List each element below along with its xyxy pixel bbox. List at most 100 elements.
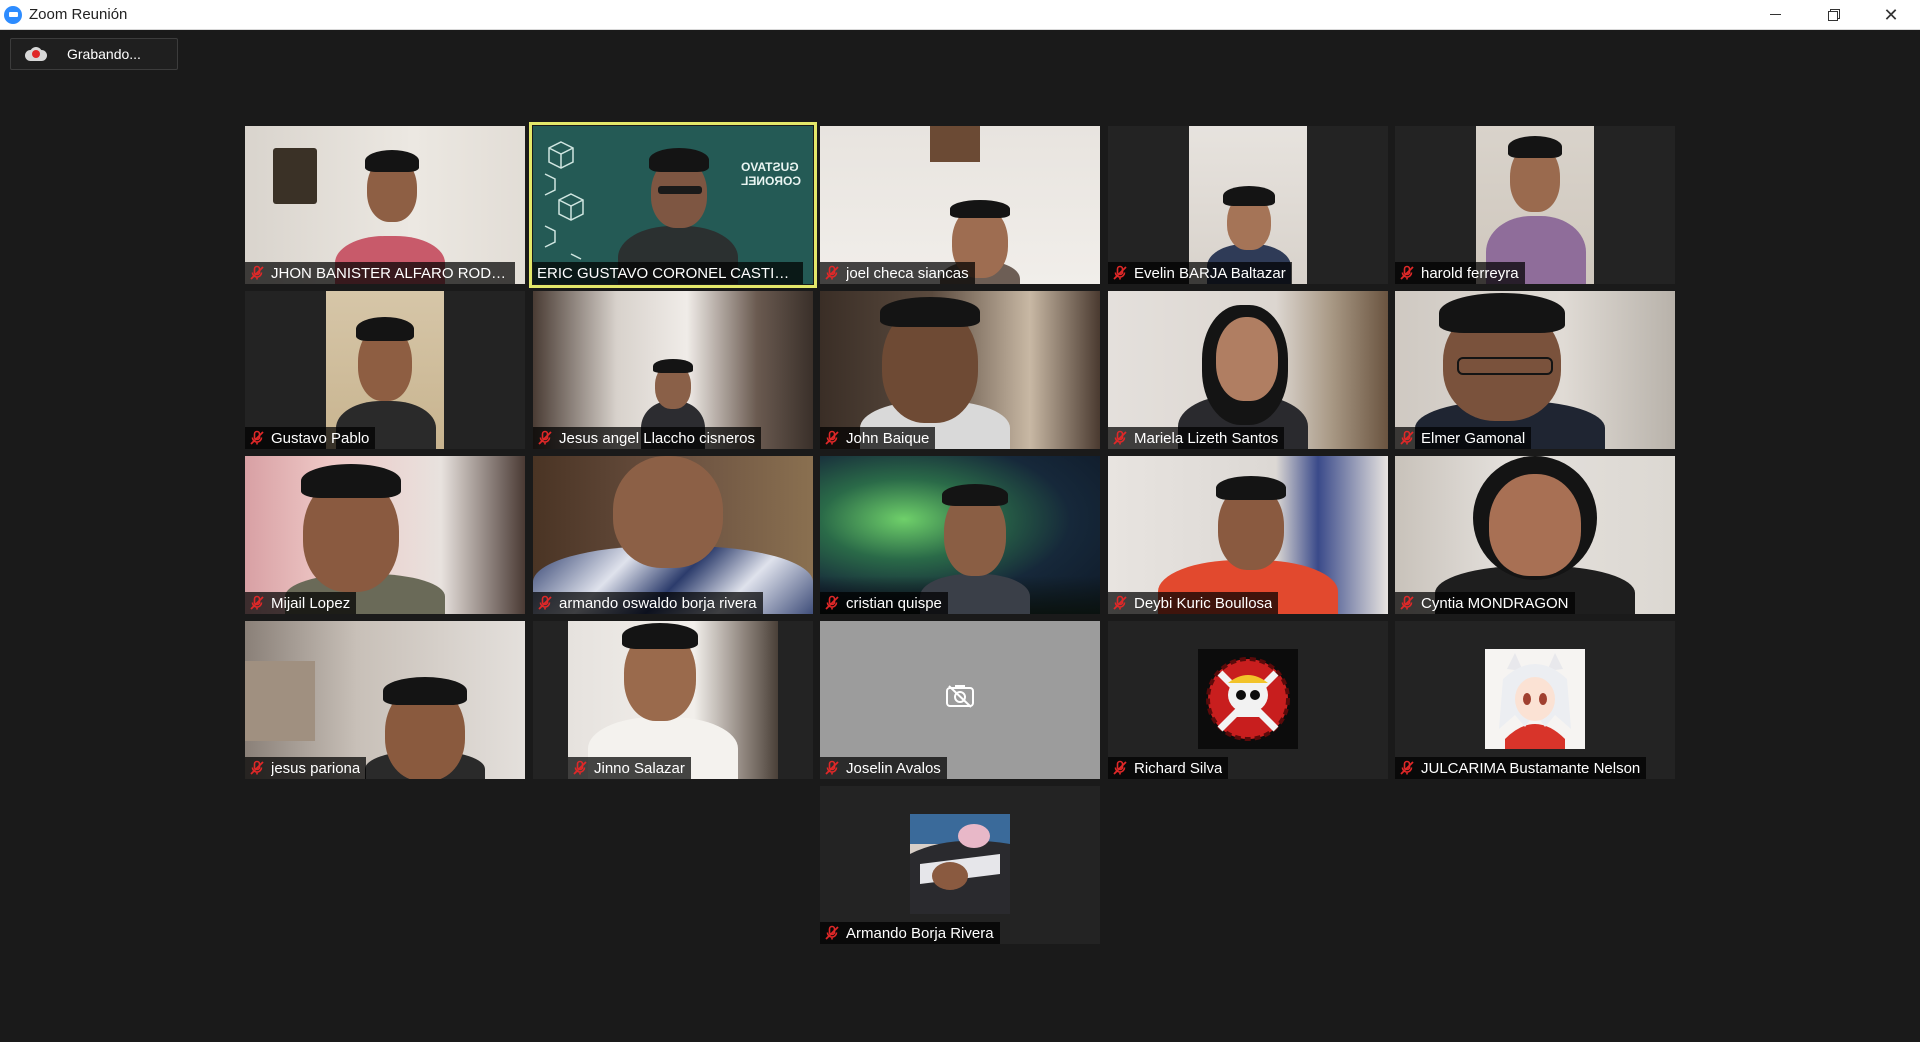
participant-tile[interactable]: Joselin Avalos <box>820 621 1100 779</box>
restore-button[interactable] <box>1804 0 1862 29</box>
zoom-app-icon <box>4 5 22 24</box>
mic-muted-icon <box>1113 430 1127 445</box>
participant-name-bar: JULCARIMA Bustamante Nelson <box>1395 757 1647 779</box>
participant-name: Mariela Lizeth Santos <box>1134 429 1279 447</box>
participant-video <box>245 126 525 284</box>
participant-name: Cyntia MONDRAGON <box>1421 594 1569 612</box>
participant-video <box>568 621 778 779</box>
participant-name-bar: John Baique <box>820 427 936 449</box>
anime-avatar-icon <box>1485 649 1585 749</box>
participant-tile[interactable]: Mijail Lopez <box>245 456 525 614</box>
participant-name: jesus pariona <box>271 759 361 777</box>
participant-tile[interactable]: Mariela Lizeth Santos <box>1108 291 1388 449</box>
participant-video <box>1189 126 1307 284</box>
participant-video <box>1395 291 1675 449</box>
participant-tile[interactable]: Deybi Kuric Boullosa <box>1108 456 1388 614</box>
virtual-background-text: GUSTAVO CORONEL <box>741 160 801 188</box>
participant-name-bar: Gustavo Pablo <box>245 427 376 449</box>
participant-tile[interactable]: JHON BANISTER ALFARO RODRIG... <box>245 126 525 284</box>
participant-tile[interactable]: Gustavo Pablo <box>245 291 525 449</box>
participant-tile[interactable]: Jesus angel Llaccho cisneros <box>533 291 813 449</box>
participant-video: GUSTAVO CORONEL <box>533 126 813 284</box>
participant-tile[interactable]: Jinno Salazar <box>533 621 813 779</box>
participant-tile[interactable]: Armando Borja Rivera <box>820 786 1100 944</box>
skull-avatar-icon <box>1198 649 1298 749</box>
mic-muted-icon <box>825 265 839 280</box>
participant-video <box>1395 456 1675 614</box>
participant-name-bar: joel checa siancas <box>820 262 975 284</box>
mic-muted-icon <box>1113 595 1127 610</box>
participant-video <box>820 456 1100 614</box>
participant-tile[interactable]: JULCARIMA Bustamante Nelson <box>1395 621 1675 779</box>
mic-muted-icon <box>825 595 839 610</box>
participant-name: Evelin BARJA Baltazar <box>1134 264 1286 282</box>
participant-name-bar: Jinno Salazar <box>568 757 691 779</box>
mic-muted-icon <box>1113 760 1127 775</box>
participant-video <box>820 291 1100 449</box>
recording-indicator[interactable]: Grabando... <box>10 38 178 70</box>
photo-avatar-icon <box>910 814 1010 914</box>
participant-tile[interactable]: joel checa siancas <box>820 126 1100 284</box>
participant-tile[interactable]: cristian quispe <box>820 456 1100 614</box>
participant-name-bar: JHON BANISTER ALFARO RODRIG... <box>245 262 515 284</box>
participant-tile-active-speaker[interactable]: GUSTAVO CORONEL ERIC GUSTAVO CORONEL CAS… <box>529 122 817 288</box>
mic-muted-icon <box>825 760 839 775</box>
minimize-icon <box>1769 14 1781 15</box>
mic-muted-icon <box>250 595 264 610</box>
participant-name: Jinno Salazar <box>594 759 685 777</box>
window-controls: ✕ <box>1746 0 1920 29</box>
participant-name: cristian quispe <box>846 594 942 612</box>
participant-name-bar: jesus pariona <box>245 757 367 779</box>
participant-name: JULCARIMA Bustamante Nelson <box>1421 759 1641 777</box>
participant-name-bar: ERIC GUSTAVO CORONEL CASTILLO <box>533 262 803 284</box>
participant-name-bar: Elmer Gamonal <box>1395 427 1532 449</box>
close-button[interactable]: ✕ <box>1862 0 1920 29</box>
participant-video <box>245 456 525 614</box>
mic-muted-icon <box>825 925 839 940</box>
cloud-recording-icon <box>25 47 47 61</box>
participant-name: harold ferreyra <box>1421 264 1519 282</box>
participant-name: joel checa siancas <box>846 264 969 282</box>
participant-tile[interactable]: Evelin BARJA Baltazar <box>1108 126 1388 284</box>
participant-video <box>533 456 813 614</box>
participant-name: Mijail Lopez <box>271 594 351 612</box>
mic-muted-icon <box>1400 265 1414 280</box>
mic-muted-icon <box>250 760 264 775</box>
participant-name-bar: Deybi Kuric Boullosa <box>1108 592 1279 614</box>
participant-name-bar: cristian quispe <box>820 592 948 614</box>
participant-name: Elmer Gamonal <box>1421 429 1526 447</box>
participant-name: Richard Silva <box>1134 759 1223 777</box>
participant-tile[interactable]: Richard Silva <box>1108 621 1388 779</box>
participant-video <box>820 126 1100 284</box>
participant-name-bar: armando oswaldo borja rivera <box>533 592 763 614</box>
participant-name: Joselin Avalos <box>846 759 941 777</box>
participant-tile[interactable]: jesus pariona <box>245 621 525 779</box>
participant-video <box>326 291 444 449</box>
mic-muted-icon <box>1400 595 1414 610</box>
mic-muted-icon <box>573 760 587 775</box>
participant-name-bar: Mariela Lizeth Santos <box>1108 427 1285 449</box>
mic-muted-icon <box>1400 430 1414 445</box>
participant-tile[interactable]: harold ferreyra <box>1395 126 1675 284</box>
participant-name-bar: Joselin Avalos <box>820 757 947 779</box>
participant-name-bar: Mijail Lopez <box>245 592 357 614</box>
participant-name: Gustavo Pablo <box>271 429 370 447</box>
participant-tile[interactable]: John Baique <box>820 291 1100 449</box>
mic-muted-icon <box>1400 760 1414 775</box>
window-title: Zoom Reunión <box>29 6 128 23</box>
participant-name-bar: Armando Borja Rivera <box>820 922 1000 944</box>
participant-name: JHON BANISTER ALFARO RODRIG... <box>271 264 509 282</box>
cube-pattern-icon <box>544 141 584 260</box>
restore-icon <box>1827 9 1840 21</box>
participant-video <box>1476 126 1594 284</box>
participant-video <box>245 621 525 779</box>
participant-tile[interactable]: armando oswaldo borja rivera <box>533 456 813 614</box>
close-icon: ✕ <box>1883 4 1899 25</box>
participant-name: Deybi Kuric Boullosa <box>1134 594 1273 612</box>
participant-tile[interactable]: Elmer Gamonal <box>1395 291 1675 449</box>
participant-name-bar: Richard Silva <box>1108 757 1229 779</box>
mic-muted-icon <box>1113 265 1127 280</box>
participant-tile[interactable]: Cyntia MONDRAGON <box>1395 456 1675 614</box>
participant-name: Armando Borja Rivera <box>846 924 994 942</box>
minimize-button[interactable] <box>1746 0 1804 29</box>
